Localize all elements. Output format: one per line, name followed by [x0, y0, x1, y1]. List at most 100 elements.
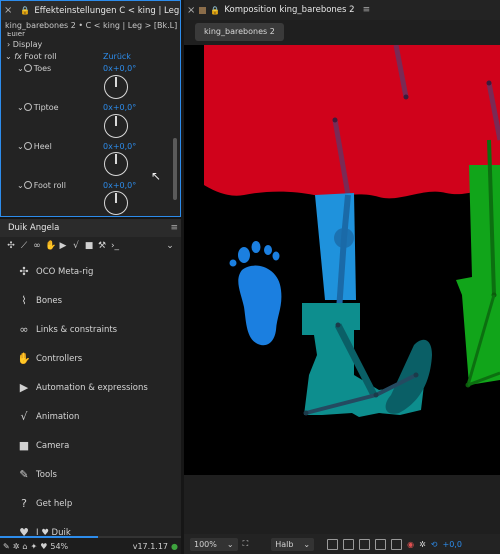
link-icon[interactable]: ∞: [32, 241, 42, 251]
chevron-down-icon: ⌄: [5, 52, 12, 61]
effects-panel-header: × 🔒 Effekteinstellungen C < king | Leg >…: [1, 1, 180, 20]
fx-label: Foot roll: [24, 52, 57, 61]
menu-item-label: Tools: [36, 469, 57, 480]
snapshot-button[interactable]: [391, 538, 403, 550]
transparency-grid-button[interactable]: [343, 538, 355, 550]
menu-item-label: OCO Meta-rig: [36, 266, 94, 277]
play-icon[interactable]: ▶: [58, 241, 68, 251]
blue-leg: [315, 193, 356, 300]
color-channels-icon[interactable]: ◉: [407, 540, 414, 549]
status-percent: 54%: [50, 541, 69, 551]
wrench-icon[interactable]: ✎: [3, 542, 10, 551]
menu-item-camera[interactable]: ■ Camera: [0, 431, 181, 460]
heart-icon[interactable]: ♥: [40, 542, 47, 551]
composition-viewer[interactable]: [184, 45, 500, 475]
animation-icon[interactable]: √: [71, 241, 81, 251]
param-value[interactable]: 0x+0,0°: [103, 103, 136, 112]
stopwatch-icon[interactable]: [23, 103, 32, 111]
menu-item-automation[interactable]: ▶ Automation & expressions: [0, 373, 181, 402]
expression-icon[interactable]: ›_: [110, 241, 120, 251]
param-label: Foot roll: [33, 181, 66, 190]
effects-panel: × 🔒 Effekteinstellungen C < king | Leg >…: [0, 0, 181, 217]
zoom-select[interactable]: 100% ⌄: [190, 537, 238, 551]
fullscreen-icon[interactable]: ⛶: [243, 539, 249, 549]
effects-panel-title[interactable]: Effekteinstellungen C < king | Leg > [: [34, 6, 180, 16]
fx-foot-roll-row[interactable]: ⌄ fx Foot roll Zurück: [5, 52, 173, 61]
link-icon: ∞: [19, 323, 29, 336]
bone-icon[interactable]: ⟋: [19, 241, 29, 251]
chevron-right-icon: ›: [7, 40, 11, 49]
close-icon[interactable]: ×: [187, 5, 195, 16]
fx-icon: fx: [14, 52, 22, 61]
grid-button[interactable]: [375, 538, 387, 550]
meta-rig-icon[interactable]: ✣: [6, 241, 16, 251]
camera-icon[interactable]: ■: [84, 241, 94, 251]
duik-panel: Duik Angela ≡ ✣ ⟋ ∞ ✋ ▶ √ ■ ⚒ ›_ ⌄ ✣ OCO …: [0, 219, 181, 554]
puzzle-icon[interactable]: ✦: [30, 542, 37, 551]
region-of-interest-button[interactable]: [327, 538, 339, 550]
duik-panel-title[interactable]: Duik Angela: [3, 223, 59, 233]
animation-icon: √: [20, 410, 28, 423]
duik-toolbar: ✣ ⟋ ∞ ✋ ▶ √ ■ ⚒ ›_ ⌄: [0, 237, 181, 255]
stopwatch-icon[interactable]: [23, 64, 32, 72]
menu-item-controllers[interactable]: ✋ Controllers: [0, 344, 181, 373]
menu-item-help[interactable]: ? Get help: [0, 489, 181, 518]
bones-icon: ⌇: [21, 294, 27, 307]
zoom-value: 100%: [194, 539, 217, 549]
param-value[interactable]: 0x+0,0°: [103, 142, 136, 151]
menu-item-tools[interactable]: ✎ Tools: [0, 460, 181, 489]
duik-menu: ✣ OCO Meta-rig ⌇ Bones ∞ Links & constraint…: [0, 255, 181, 547]
home-icon[interactable]: ⌂: [22, 542, 27, 551]
resolution-value: Halb: [275, 539, 294, 549]
param-toes[interactable]: ⌄ Toes 0x+0,0°: [17, 64, 185, 73]
chevron-down-icon: ⌄: [303, 539, 311, 549]
menu-item-label: Get help: [36, 498, 73, 509]
composition-artwork: [204, 45, 500, 417]
menu-item-animation[interactable]: √ Animation: [0, 402, 181, 431]
panel-menu-icon[interactable]: ≡: [170, 223, 178, 233]
angle-dial[interactable]: [104, 114, 128, 138]
menu-item-links[interactable]: ∞ Links & constraints: [0, 315, 181, 344]
angle-dial[interactable]: [104, 75, 128, 99]
tools-icon[interactable]: ⚒: [97, 241, 107, 251]
angle-dial[interactable]: [104, 191, 128, 215]
hand-icon[interactable]: ✋: [45, 241, 56, 251]
comp-footer-bar: 100% ⌄ ⛶ Halb ⌄ ◉ ✲ ⟲ +0,0: [184, 534, 500, 554]
chevron-down-icon: ⌄: [17, 181, 24, 190]
reset-link[interactable]: Zurück: [103, 52, 131, 61]
param-label: Toes: [33, 64, 52, 73]
stopwatch-icon[interactable]: [23, 181, 32, 189]
chevron-down-icon: ⌄: [17, 64, 24, 73]
menu-item-meta-rig[interactable]: ✣ OCO Meta-rig: [0, 257, 181, 286]
comp-tab[interactable]: king_barebones 2: [195, 23, 284, 41]
param-value[interactable]: 0x+0,0°: [103, 181, 136, 190]
close-icon[interactable]: ×: [4, 5, 12, 16]
display-group[interactable]: › Display: [7, 40, 175, 49]
panel-menu-icon[interactable]: ≡: [363, 5, 371, 15]
resolution-select[interactable]: Halb ⌄: [271, 537, 315, 551]
param-value[interactable]: 0x+0,0°: [103, 64, 136, 73]
param-tiptoe[interactable]: ⌄ Tiptoe 0x+0,0°: [17, 103, 185, 112]
meta-rig-icon: ✣: [19, 265, 29, 278]
check-icon: ●: [171, 541, 178, 551]
menu-item-bones[interactable]: ⌇ Bones: [0, 286, 181, 315]
status-bar: ✎ ✲ ⌂ ✦ ♥ 54% v17.1.17 ●: [0, 538, 181, 554]
scrollbar[interactable]: [173, 138, 177, 200]
comp-panel-title[interactable]: Komposition king_barebones 2: [224, 5, 354, 15]
lock-icon[interactable]: 🔒: [210, 6, 220, 15]
composition-panel: × 🔒 Komposition king_barebones 2 ≡ king_…: [184, 0, 500, 554]
footprint-icon: [229, 241, 282, 346]
param-heel[interactable]: ⌄ Heel 0x+0,0°: [17, 142, 185, 151]
stopwatch-icon[interactable]: [23, 142, 32, 150]
tools-icon: ✎: [19, 468, 29, 481]
settings-icon[interactable]: ✲: [13, 542, 20, 551]
menu-item-label: Automation & expressions: [36, 382, 148, 393]
exposure-value[interactable]: +0,0: [443, 540, 462, 549]
lock-icon[interactable]: 🔒: [20, 6, 30, 15]
mask-visibility-button[interactable]: [359, 538, 371, 550]
menu-item-label: Animation: [36, 411, 80, 422]
exposure-icon[interactable]: ⟲: [431, 540, 438, 549]
angle-dial[interactable]: [104, 152, 128, 176]
color-management-icon[interactable]: ✲: [419, 540, 426, 549]
chevron-down-icon[interactable]: ⌄: [165, 241, 175, 251]
